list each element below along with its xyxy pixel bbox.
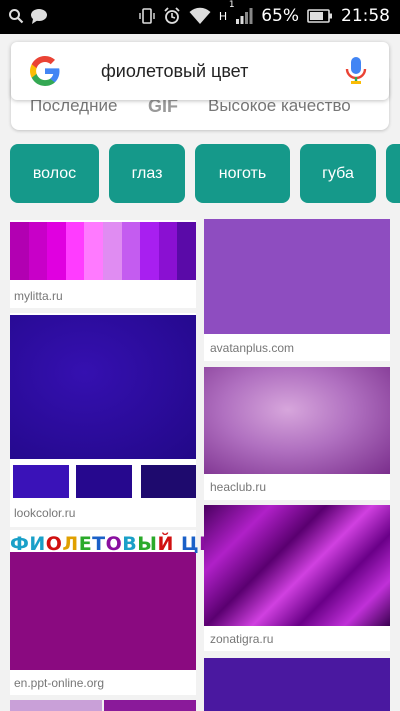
result-zonatigra[interactable]: zonatigra.ru bbox=[204, 505, 390, 651]
alarm-icon bbox=[164, 7, 180, 24]
wifi-icon bbox=[189, 7, 211, 24]
result-source: avatanplus.com bbox=[210, 341, 295, 355]
chip-nail[interactable]: ноготь bbox=[195, 144, 290, 203]
result-avatanplus[interactable]: avatanplus.com bbox=[204, 219, 390, 361]
result-source: heaclub.ru bbox=[210, 480, 267, 494]
result-source: zonatigra.ru bbox=[210, 632, 274, 646]
color-swatch-strip bbox=[10, 222, 196, 280]
result-swatch bbox=[141, 465, 196, 498]
chip-label: губа bbox=[322, 164, 354, 182]
color-swatch bbox=[84, 222, 103, 280]
color-swatch bbox=[10, 222, 29, 280]
search-icon bbox=[9, 9, 24, 24]
network-type-label: H 1 bbox=[218, 0, 235, 23]
clock: 21:58 bbox=[341, 6, 390, 26]
suggestion-chips: волос глаз ноготь губа bbox=[0, 144, 400, 204]
color-swatch bbox=[102, 222, 122, 280]
result-mylitta[interactable]: mylitta.ru bbox=[10, 220, 196, 308]
battery-percentage: 65% bbox=[261, 6, 299, 26]
result-source: en.ppt-online.org bbox=[14, 676, 105, 690]
chip-lip[interactable]: губа bbox=[300, 144, 376, 203]
result-image bbox=[10, 552, 196, 670]
signal-icon bbox=[236, 8, 253, 24]
vibrate-icon bbox=[139, 8, 155, 24]
result-partial[interactable] bbox=[204, 658, 390, 711]
chip-hair[interactable]: волос bbox=[10, 144, 99, 203]
color-swatch bbox=[47, 222, 66, 280]
color-swatch bbox=[140, 222, 159, 280]
result-source: mylitta.ru bbox=[14, 289, 63, 303]
signal-superscript: 1 bbox=[228, 0, 235, 10]
chip-partial[interactable] bbox=[386, 144, 400, 203]
search-bar[interactable]: фиолетовый цвет bbox=[11, 42, 389, 100]
result-lookcolor[interactable]: lookcolor.ru bbox=[10, 313, 196, 527]
result-image bbox=[204, 219, 390, 334]
result-swatch bbox=[76, 465, 132, 498]
chat-bubble-icon bbox=[31, 9, 47, 24]
result-image bbox=[204, 505, 390, 626]
search-query-input[interactable]: фиолетовый цвет bbox=[101, 61, 248, 82]
result-partial[interactable] bbox=[10, 700, 102, 711]
system-icons: H 1 65% 21:58 bbox=[139, 0, 390, 26]
color-swatch bbox=[158, 222, 178, 280]
result-heaclub[interactable]: heaclub.ru bbox=[204, 367, 390, 500]
color-swatch bbox=[177, 222, 196, 280]
color-swatch bbox=[65, 222, 85, 280]
microphone-icon[interactable] bbox=[345, 56, 367, 86]
color-swatch bbox=[121, 222, 141, 280]
result-image bbox=[204, 367, 390, 474]
status-bar: H 1 65% 21:58 bbox=[0, 0, 400, 34]
network-letter: H bbox=[218, 9, 228, 23]
chip-label: глаз bbox=[131, 164, 163, 182]
result-source: lookcolor.ru bbox=[14, 506, 76, 520]
chip-label: волос bbox=[32, 164, 77, 182]
result-swatch bbox=[13, 465, 69, 498]
result-image bbox=[10, 315, 196, 459]
google-logo-icon[interactable] bbox=[29, 55, 61, 87]
chip-label: ноготь bbox=[218, 164, 267, 182]
result-partial[interactable] bbox=[104, 700, 196, 711]
color-swatch bbox=[28, 222, 48, 280]
battery-icon bbox=[307, 9, 332, 23]
notification-icons bbox=[8, 8, 48, 24]
chip-eyes[interactable]: глаз bbox=[109, 144, 185, 203]
